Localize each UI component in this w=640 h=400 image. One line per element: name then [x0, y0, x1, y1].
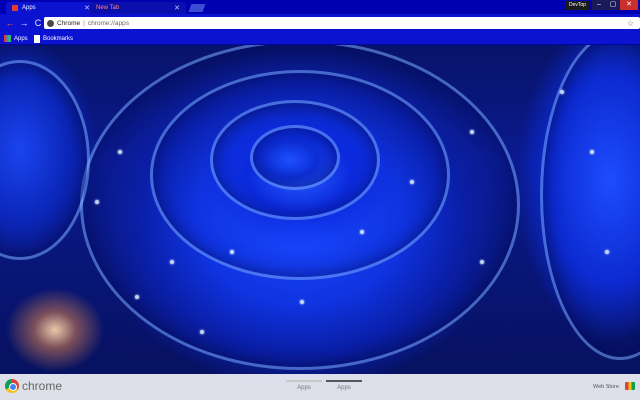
page-indicator [326, 380, 362, 382]
chrome-wordmark: chrome [22, 379, 63, 393]
water-drop [300, 300, 304, 304]
new-tab-button[interactable] [188, 4, 206, 12]
bookmark-label: Bookmarks [43, 35, 74, 42]
apps-bottom-bar: chrome Apps Apps Web Store [0, 374, 640, 400]
page-icon [34, 34, 40, 43]
page-indicator [286, 380, 322, 382]
rose-petal-core [250, 125, 340, 190]
grid-icon [4, 35, 11, 42]
water-drop [560, 90, 564, 94]
close-window-button[interactable]: ✕ [620, 0, 638, 10]
tab-apps[interactable]: Apps ✕ [6, 2, 96, 14]
water-drop [230, 250, 234, 254]
water-drop [118, 150, 122, 154]
bookmark-label: Apps [14, 35, 28, 42]
water-drop [590, 150, 594, 154]
tab-label: Apps [22, 5, 36, 11]
omnibox-separator: | [83, 19, 85, 27]
forward-button[interactable]: → [18, 17, 30, 29]
wallpaper-blue-rose [0, 0, 640, 400]
tab-strip: Apps ✕ New Tab ✕ DevTop – ▢ ✕ [0, 0, 640, 14]
star-icon[interactable]: ☆ [627, 19, 634, 28]
chrome-icon [47, 19, 54, 27]
water-drop [95, 200, 99, 204]
toolbar: ← → C Chrome | chrome://apps ☆ [0, 14, 640, 32]
water-drop [200, 330, 204, 334]
close-icon[interactable]: ✕ [174, 4, 180, 12]
rose-petal-left [0, 60, 90, 260]
url-text[interactable]: chrome://apps [88, 20, 129, 27]
bookmark-apps[interactable]: Apps [4, 34, 28, 43]
minimize-button[interactable]: – [592, 0, 606, 10]
water-drop [360, 230, 364, 234]
webstore-link[interactable]: Web Store [593, 384, 619, 390]
water-drop [605, 250, 609, 254]
water-drop [470, 130, 474, 134]
maximize-button[interactable]: ▢ [606, 0, 620, 10]
address-bar[interactable]: Chrome | chrome://apps ☆ [44, 17, 640, 29]
profile-button[interactable]: DevTop [566, 1, 589, 10]
tab-new-tab[interactable]: New Tab ✕ [90, 2, 186, 14]
page-tab-label: Apps [297, 385, 311, 391]
reload-button[interactable]: C [32, 17, 44, 29]
water-drop [480, 260, 484, 264]
red-square-icon [12, 5, 18, 11]
bookmark-folder[interactable]: Bookmarks [34, 34, 73, 43]
water-drop [135, 295, 139, 299]
webstore-icon[interactable] [625, 382, 635, 390]
chrome-logo-icon [5, 379, 19, 393]
page-tab-label: Apps [337, 385, 351, 391]
tab-label: New Tab [96, 5, 120, 11]
back-button[interactable]: ← [4, 17, 16, 29]
rose-petal-right [540, 30, 640, 360]
omnibox-chip: Chrome [57, 19, 81, 27]
bookmarks-bar: Apps Bookmarks [0, 32, 640, 45]
water-drop [170, 260, 174, 264]
apps-page-tab-2[interactable]: Apps [326, 380, 362, 391]
water-drop [410, 180, 414, 184]
apps-page-tab-1[interactable]: Apps [286, 380, 322, 391]
